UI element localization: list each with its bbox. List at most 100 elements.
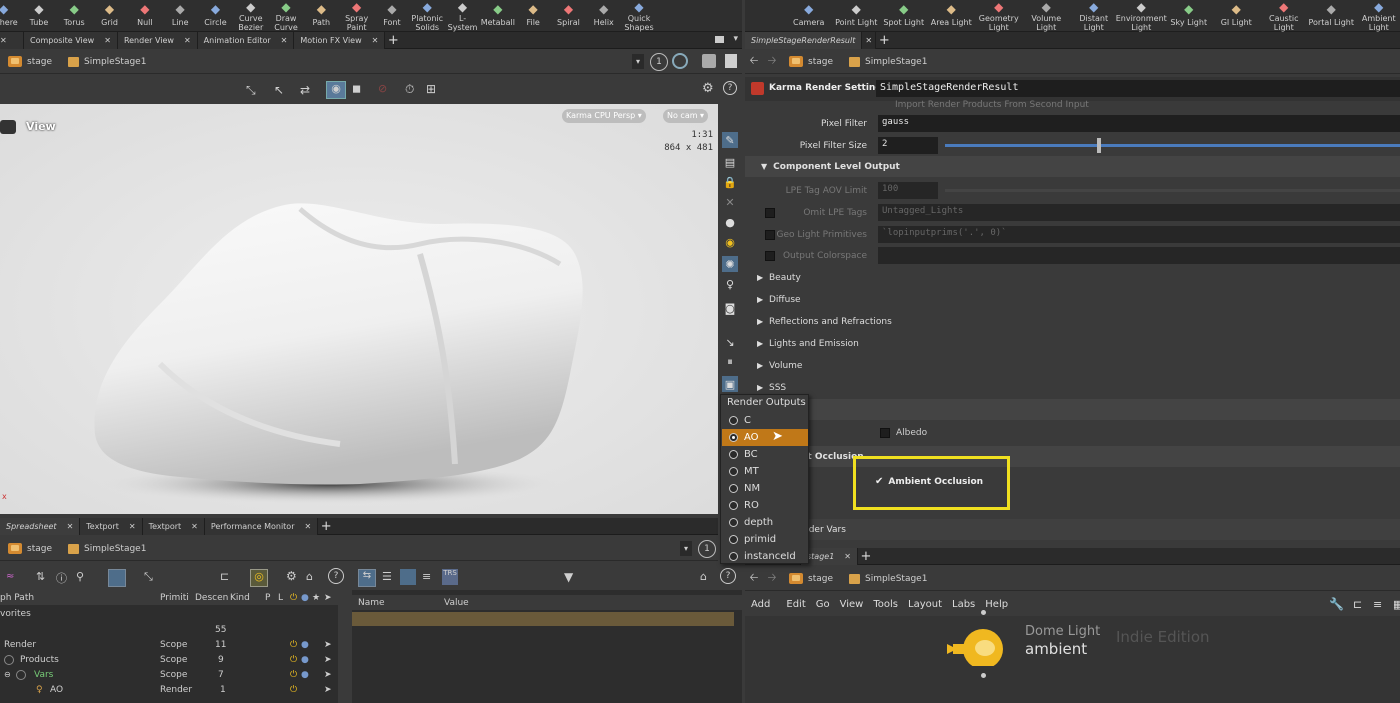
stop-icon[interactable]: ⊘ (378, 82, 387, 95)
help-icon[interactable]: ? (328, 568, 344, 584)
close-icon[interactable]: ✕ (372, 36, 379, 45)
display-options-icon[interactable] (702, 54, 716, 68)
transform-tool-icon[interactable]: ↖ (274, 83, 284, 97)
camera-menu[interactable]: No cam ▾ (663, 109, 709, 123)
cursor-icon[interactable]: ➤ (324, 685, 332, 695)
path-node[interactable]: SimpleStage1 (60, 53, 154, 71)
omit-lpe-checkbox[interactable] (765, 207, 775, 218)
pin-camera-icon[interactable]: ✎ (722, 132, 738, 148)
pixel-filter-size-slider[interactable] (945, 144, 1400, 147)
add-tab-button[interactable]: + (385, 33, 401, 48)
node-output[interactable] (981, 673, 986, 678)
column-path[interactable]: ph Path (0, 593, 34, 603)
lpe-limit-slider[interactable] (945, 189, 1400, 192)
close-icon[interactable]: ✕ (191, 522, 198, 531)
path-root[interactable]: stage (781, 53, 841, 71)
link-icon[interactable] (672, 53, 688, 69)
render-outputs-icon[interactable]: ▣ (722, 376, 738, 392)
menu-item-instanceid[interactable]: instanceId (722, 548, 808, 565)
forward-arrow-icon[interactable]: 🡢 (763, 52, 781, 71)
tab-motion-fx-view[interactable]: Motion FX View ✕ (294, 31, 386, 49)
table-row[interactable]: ♀ AO Render 1 ⏻ ➤ (0, 682, 350, 697)
shelf-tool[interactable]: ◆ Tube (21, 0, 56, 32)
shelf-tool[interactable]: ◆ Camera (785, 0, 833, 32)
render-vars-header[interactable]: nder Vars (745, 519, 1400, 540)
shelf-tool[interactable]: ◆ Geometry Light (975, 0, 1023, 33)
add-tab-button[interactable]: + (858, 549, 874, 564)
table-row[interactable]: 55 (0, 622, 350, 637)
tab-performance-monitor[interactable]: Performance Monitor ✕ (204, 517, 319, 535)
camera-settings-icon[interactable]: ◙ (722, 300, 738, 316)
power-icon[interactable]: ⏻ (290, 593, 297, 603)
shelf-tool[interactable]: ◆ Null (127, 0, 162, 32)
menu-item-c[interactable]: C (722, 412, 808, 429)
geo-light-field[interactable]: `lopinputprims('.', 0)` (878, 226, 1400, 243)
menu-item-layout[interactable]: Layout (908, 599, 942, 610)
column-descendants[interactable]: Descen (195, 593, 228, 603)
path-root[interactable]: stage (0, 540, 60, 558)
menu-item-go[interactable]: Go (816, 599, 830, 610)
output-colorspace-checkbox[interactable] (765, 250, 775, 261)
shelf-tool[interactable]: ◆ Ambient Light (1355, 0, 1400, 33)
column-p[interactable]: P (265, 593, 270, 603)
shelf-tool[interactable]: ◆ Helix (586, 0, 621, 32)
back-arrow-icon[interactable]: 🡠 (745, 52, 763, 71)
pin-button[interactable]: 1 (650, 53, 668, 71)
column-name[interactable]: Name (358, 598, 385, 608)
omit-lpe-field[interactable]: Untagged_Lights (878, 204, 1400, 221)
power-icon[interactable]: ⏻ (290, 640, 297, 650)
lpe-limit-field[interactable]: 100 (878, 182, 938, 199)
close-icon[interactable]: ✕ (305, 522, 312, 531)
eye-icon[interactable]: ● (301, 640, 309, 650)
display-icon[interactable]: ◼ (352, 82, 361, 95)
albedo-checkbox[interactable] (880, 427, 890, 438)
pause-icon[interactable]: ⏸ (722, 354, 738, 370)
shelf-tool[interactable]: ◆ Platonic Solids (410, 0, 445, 33)
sphere-icon[interactable]: ● (722, 214, 738, 230)
shelf-tool[interactable]: ◆ Distant Light (1070, 0, 1118, 33)
power-icon[interactable]: ⏻ (290, 685, 297, 695)
path-root[interactable]: stage (781, 570, 841, 588)
shelf-tool[interactable]: ◆ Area Light (928, 0, 976, 32)
layer-icon[interactable]: ⊏ (220, 570, 229, 583)
menu-item-view[interactable]: View (840, 599, 864, 610)
pin-button[interactable]: 1 (698, 540, 716, 558)
shelf-tool[interactable]: ◆ Environment Light (1116, 0, 1167, 33)
cursor-icon[interactable]: ➤ (324, 640, 332, 650)
tab-textport-2[interactable]: Textport ✕ (142, 517, 205, 535)
close-icon[interactable]: ✕ (0, 36, 7, 45)
save-icon[interactable] (725, 54, 737, 68)
shelf-tool[interactable]: ◆ Portal Light (1308, 0, 1356, 32)
shelf-tool[interactable]: ◆ Sphere (0, 0, 21, 32)
power-icon[interactable]: ⏻ (290, 655, 297, 665)
help-icon[interactable]: ? (720, 568, 736, 584)
shelf-tool[interactable]: ◆ Caustic Light (1260, 0, 1308, 33)
light-icon[interactable]: ◉ (722, 234, 738, 250)
list-view-icon[interactable]: ≡ (1373, 598, 1382, 611)
eye-icon[interactable]: ● (301, 593, 309, 603)
close-icon[interactable]: ✕ (862, 31, 877, 49)
renderer-menu[interactable]: Karma CPU Persp ▾ (562, 109, 646, 123)
folder-diffuse[interactable]: ▶ Diffuse (757, 289, 1400, 310)
pick-icon[interactable]: ⤡ (144, 570, 153, 584)
node-name-label[interactable]: ambient (1025, 640, 1087, 658)
menu-item-mt[interactable]: MT (722, 463, 808, 480)
select-mode-icon[interactable] (108, 569, 126, 587)
menu-item-ao[interactable]: AO ➤ (722, 429, 808, 446)
column-primitive[interactable]: Primiti (160, 593, 189, 603)
shelf-tool[interactable]: ◆ Quick Shapes (621, 0, 656, 33)
shelf-tool[interactable]: ◆ L-System (445, 0, 480, 33)
eye-icon[interactable]: ● (301, 670, 309, 680)
shelf-tool[interactable]: ◆ Point Light (833, 0, 881, 32)
close-icon[interactable]: ✕ (184, 36, 191, 45)
shelf-tool[interactable]: ◆ Metaball (480, 0, 515, 32)
close-icon[interactable]: ✕ (104, 36, 111, 45)
filter-icon[interactable]: ≈ (6, 571, 14, 582)
column-kind[interactable]: Kind (230, 593, 250, 603)
shelf-tool[interactable]: ◆ Path (304, 0, 339, 32)
target-icon[interactable]: ◎ (250, 569, 268, 587)
cursor-icon[interactable]: ➤ (324, 593, 332, 603)
shelf-tool[interactable]: ◆ Circle (198, 0, 233, 32)
menu-item-labs[interactable]: Labs (952, 599, 975, 610)
menu-item-edit[interactable]: Edit (786, 599, 805, 610)
